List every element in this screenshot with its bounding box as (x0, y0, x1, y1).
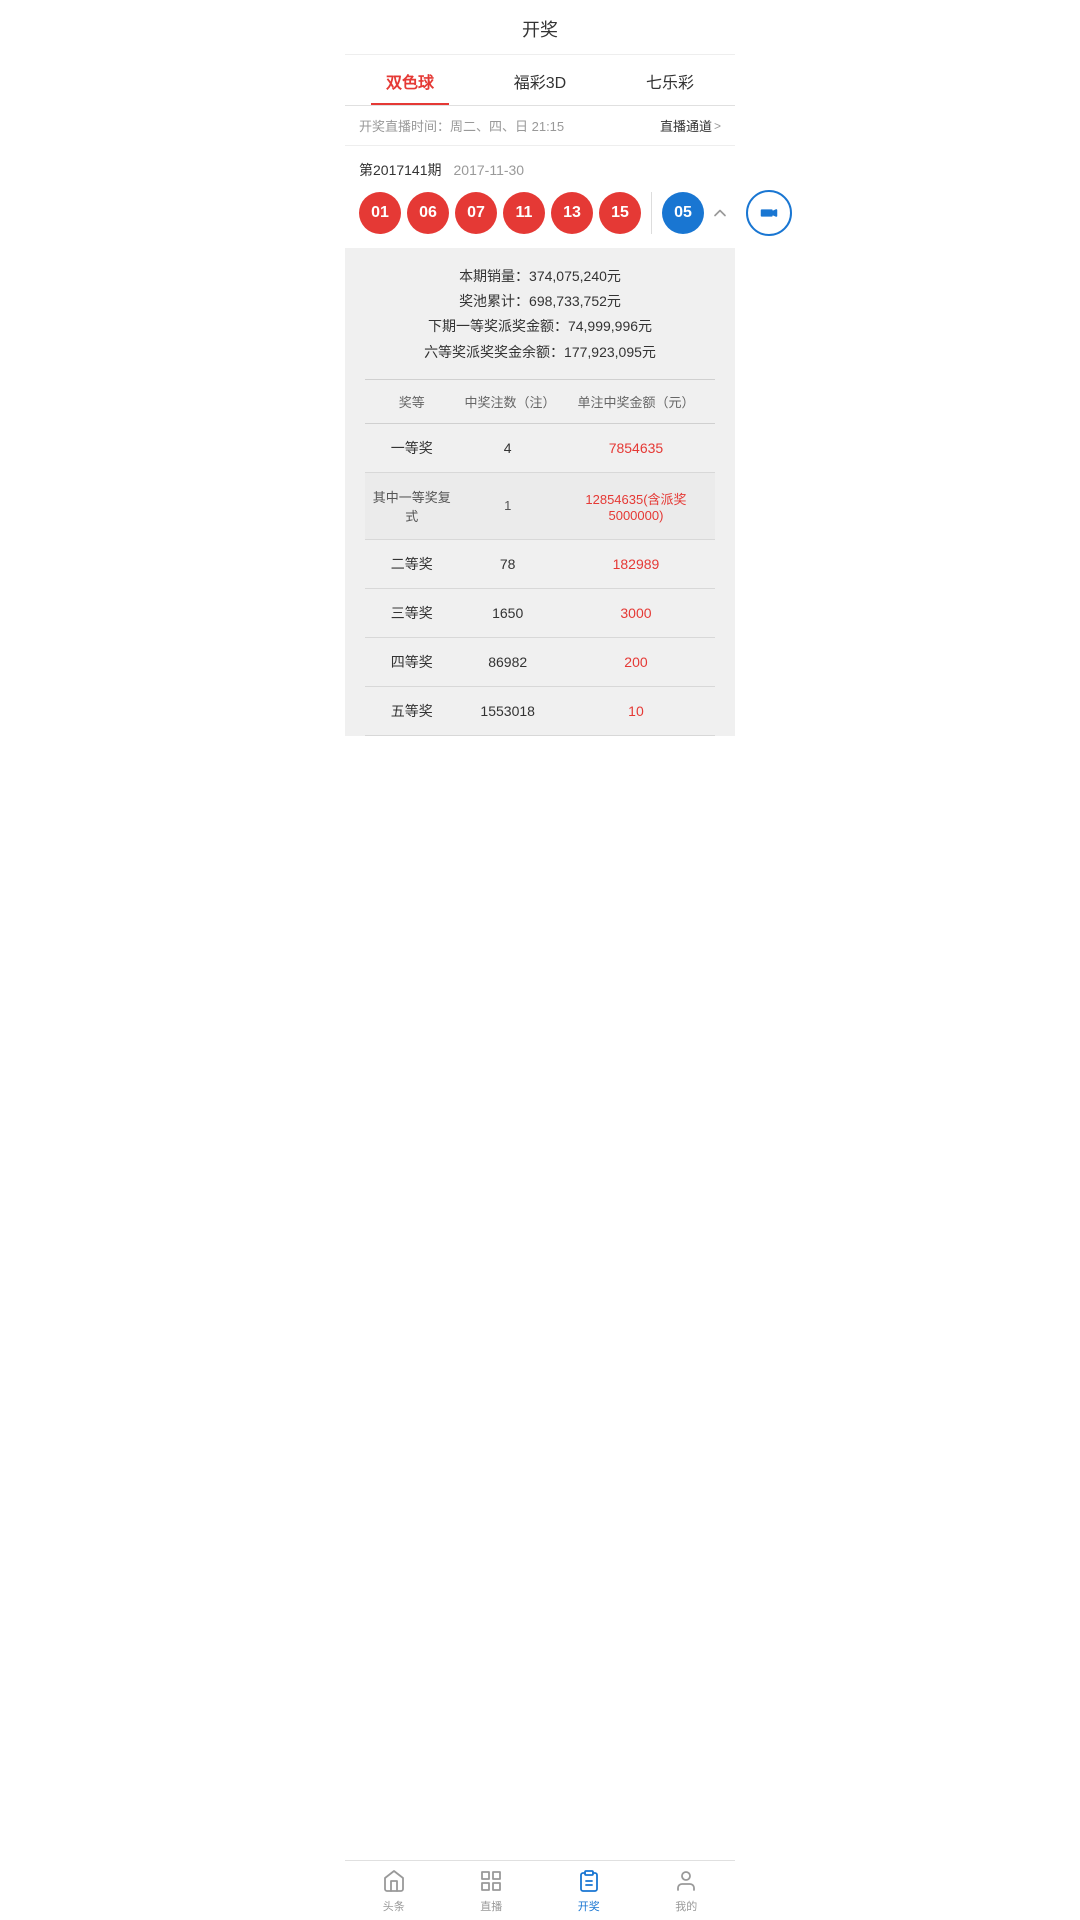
amount-cell: 10 (557, 686, 715, 735)
video-button[interactable] (746, 190, 792, 236)
level-cell: 三等奖 (365, 588, 458, 637)
amount-cell: 12854635(含派奖5000000) (557, 472, 715, 539)
draw-section: 第2017141期 2017-11-30 01 06 07 11 13 15 0… (345, 146, 735, 248)
amount-cell: 7854635 (557, 423, 715, 472)
nav-label-lottery: 开奖 (578, 1898, 600, 1914)
nav-item-live[interactable]: 直播 (443, 1862, 541, 1920)
count-cell: 86982 (458, 637, 556, 686)
amount-cell: 182989 (557, 539, 715, 588)
amount-cell: 200 (557, 637, 715, 686)
col-amount: 单注中奖金额（元） (557, 380, 715, 424)
period-date: 2017-11-30 (454, 162, 525, 178)
red-ball-3: 07 (455, 192, 497, 234)
level-cell: 二等奖 (365, 539, 458, 588)
draw-controls (704, 190, 792, 236)
live-bar: 开奖直播时间：周二、四、日 21:15 直播通道 > (345, 106, 735, 146)
level-cell: 五等奖 (365, 686, 458, 735)
table-row: 四等奖 86982 200 (365, 637, 715, 686)
amount-cell: 3000 (557, 588, 715, 637)
home-icon (381, 1868, 407, 1894)
live-time-label: 开奖直播时间：周二、四、日 21:15 (359, 116, 564, 135)
grid-icon (478, 1868, 504, 1894)
col-level: 奖等 (365, 380, 458, 424)
balls-left: 01 06 07 11 13 15 05 (359, 192, 704, 234)
table-header-row: 奖等 中奖注数（注） 单注中奖金额（元） (365, 380, 715, 424)
balls-container: 01 06 07 11 13 15 05 (359, 190, 721, 248)
table-row: 五等奖 1553018 10 (365, 686, 715, 735)
user-icon (673, 1868, 699, 1894)
pool-stat: 奖池累计：698,733,752元 (365, 289, 715, 314)
tab-qilecai[interactable]: 七乐彩 (605, 55, 735, 105)
table-row: 一等奖 4 7854635 (365, 423, 715, 472)
next-first-stat: 下期一等奖派奖金额：74,999,996元 (365, 314, 715, 339)
nav-item-mine[interactable]: 我的 (638, 1862, 736, 1920)
table-row-sub: 其中一等奖复式 1 12854635(含派奖5000000) (365, 472, 715, 539)
nav-label-mine: 我的 (675, 1898, 697, 1914)
draw-period: 第2017141期 2017-11-30 (359, 160, 721, 180)
nav-label-headline: 头条 (383, 1898, 405, 1914)
count-cell: 4 (458, 423, 556, 472)
nav-item-headline[interactable]: 头条 (345, 1862, 443, 1920)
tab-bar: 双色球 福彩3D 七乐彩 (345, 55, 735, 106)
red-ball-4: 11 (503, 192, 545, 234)
red-ball-6: 15 (599, 192, 641, 234)
table-row: 三等奖 1650 3000 (365, 588, 715, 637)
page-header: 开奖 (345, 0, 735, 55)
tab-fucai3d[interactable]: 福彩3D (475, 55, 605, 105)
count-cell: 78 (458, 539, 556, 588)
count-cell: 1650 (458, 588, 556, 637)
sales-stat: 本期销量：374,075,240元 (365, 264, 715, 289)
level-cell: 四等奖 (365, 637, 458, 686)
bottom-nav: 头条 直播 开奖 (345, 1860, 735, 1920)
clipboard-icon (576, 1868, 602, 1894)
nav-item-lottery[interactable]: 开奖 (540, 1862, 638, 1920)
page-title: 开奖 (522, 20, 558, 40)
ball-divider (651, 192, 652, 234)
red-balls-group: 01 06 07 11 13 15 (359, 192, 641, 234)
count-cell: 1553018 (458, 686, 556, 735)
blue-ball: 05 (662, 192, 704, 234)
live-channel-button[interactable]: 直播通道 > (660, 116, 721, 135)
live-channel-arrow-icon: > (714, 119, 721, 133)
collapse-button[interactable] (704, 197, 736, 229)
level-cell: 一等奖 (365, 423, 458, 472)
tab-shuangseqiu[interactable]: 双色球 (345, 55, 475, 105)
details-panel: 本期销量：374,075,240元 奖池累计：698,733,752元 下期一等… (345, 248, 735, 736)
col-count: 中奖注数（注） (458, 380, 556, 424)
period-number: 第2017141期 (359, 160, 442, 180)
nav-label-live: 直播 (480, 1898, 502, 1914)
level-cell: 其中一等奖复式 (365, 472, 458, 539)
stats-block: 本期销量：374,075,240元 奖池累计：698,733,752元 下期一等… (365, 264, 715, 380)
sixth-remain-stat: 六等奖派奖奖金余额：177,923,095元 (365, 340, 715, 365)
red-ball-1: 01 (359, 192, 401, 234)
red-ball-5: 13 (551, 192, 593, 234)
table-row: 二等奖 78 182989 (365, 539, 715, 588)
prize-table: 奖等 中奖注数（注） 单注中奖金额（元） 一等奖 4 7854635 其中一等奖… (365, 380, 715, 736)
red-ball-2: 06 (407, 192, 449, 234)
count-cell: 1 (458, 472, 556, 539)
